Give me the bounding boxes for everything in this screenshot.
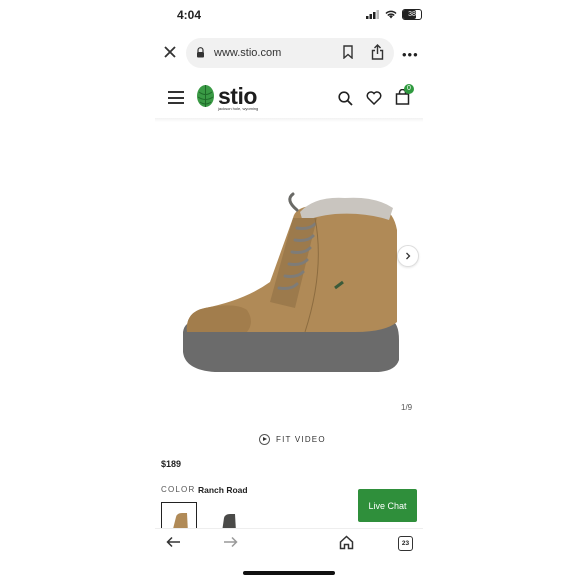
logo-tagline: jackson hole, wyoming: [218, 106, 259, 111]
forward-icon[interactable]: [223, 536, 238, 548]
header-divider: [155, 118, 423, 122]
chevron-right-icon: [406, 252, 411, 260]
product-price: $189: [161, 459, 182, 469]
color-value: Ranch Road: [198, 485, 248, 495]
menu-icon[interactable]: [168, 91, 184, 108]
battery-level: 38: [408, 11, 416, 18]
play-icon: [259, 434, 270, 445]
site-logo[interactable]: stio jackson hole, wyoming: [196, 83, 259, 111]
next-image-button[interactable]: [397, 245, 419, 267]
url-bar[interactable]: www.stio.com: [186, 38, 394, 68]
close-icon[interactable]: [160, 42, 180, 62]
status-icons: 38: [366, 9, 422, 20]
status-time: 4:04: [177, 8, 202, 22]
signal-icon: [366, 10, 379, 19]
fit-video-label: FIT VIDEO: [276, 435, 326, 444]
live-chat-button[interactable]: Live Chat: [358, 489, 417, 522]
browser-bottom-bar: [155, 528, 423, 559]
product-image[interactable]: [175, 190, 410, 380]
more-icon[interactable]: •••: [402, 47, 419, 62]
image-counter: 1/9: [401, 403, 413, 412]
lock-icon: [197, 47, 204, 58]
home-indicator: [243, 571, 335, 575]
tabs-icon[interactable]: 23: [398, 536, 413, 551]
home-icon[interactable]: [339, 535, 354, 550]
wifi-icon: [385, 10, 397, 19]
color-label: COLOR: [161, 485, 196, 494]
cart-count-badge: 0: [404, 84, 414, 94]
back-icon[interactable]: [166, 536, 181, 548]
heart-icon[interactable]: [366, 91, 382, 105]
pinecone-logo-icon: [197, 85, 214, 107]
search-icon[interactable]: [338, 91, 353, 106]
logo-text: stio: [218, 83, 257, 109]
bookmark-icon[interactable]: [342, 45, 354, 59]
battery-icon: 38: [402, 9, 422, 20]
url-text[interactable]: www.stio.com: [214, 47, 281, 59]
share-icon[interactable]: [371, 44, 384, 60]
fit-video-button[interactable]: FIT VIDEO: [259, 434, 326, 445]
